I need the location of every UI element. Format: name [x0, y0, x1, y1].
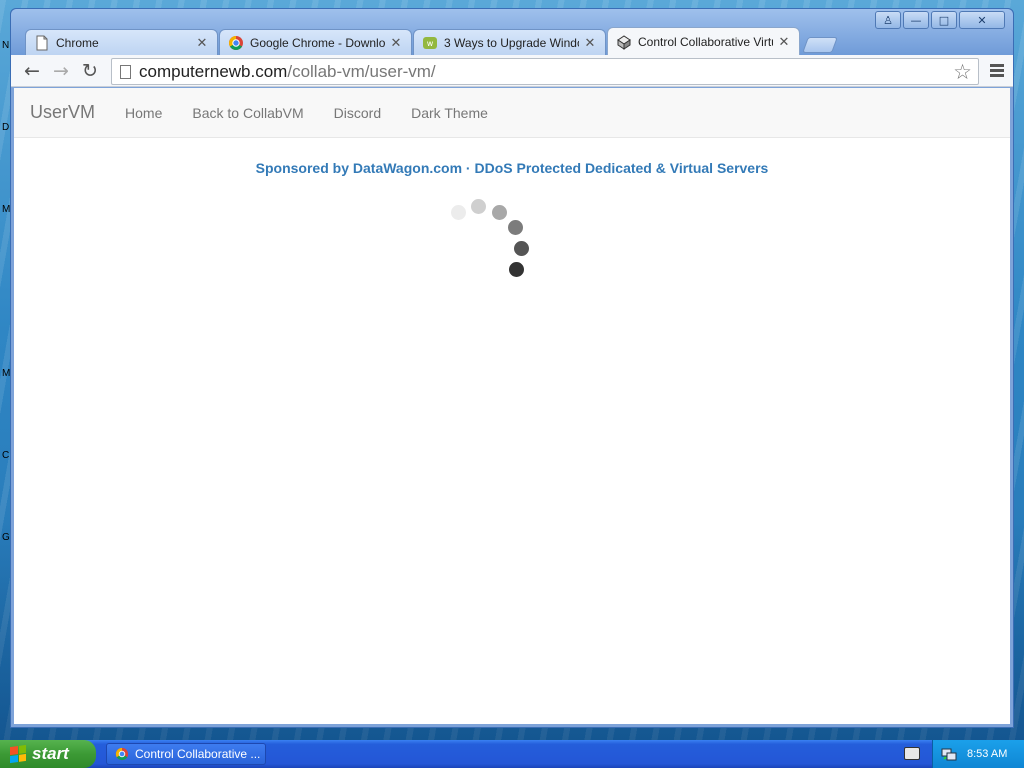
start-button[interactable]: start [0, 740, 96, 768]
spinner-dot [509, 262, 524, 277]
desktop-icon-label[interactable]: D [2, 122, 9, 133]
clock[interactable]: 8:53 AM [967, 748, 1007, 760]
tab-google-chrome-download[interactable]: Google Chrome - Download t ✕ [219, 29, 412, 55]
taskbar-item-label: Control Collaborative ... [135, 747, 261, 761]
spinner-dot [514, 241, 529, 256]
close-window-button[interactable]: ✕ [959, 11, 1005, 29]
profile-button[interactable]: ♙ [875, 11, 901, 29]
desktop-icon-label[interactable]: N [2, 40, 9, 51]
start-label: start [32, 744, 69, 763]
spinner-dot [492, 205, 507, 220]
close-tab-icon[interactable]: ✕ [389, 35, 403, 51]
taskbar-item-chrome[interactable]: Control Collaborative ... [106, 743, 266, 765]
keyboard-icon[interactable] [904, 747, 920, 760]
url-host: computernewb.com [139, 61, 288, 81]
forward-arrow-icon[interactable]: → [50, 60, 72, 82]
taskbar: start Control Collaborative ... 8:53 AM [0, 740, 1024, 768]
tab-strip: Chrome ✕ Google Chrome - Download t ✕ w … [25, 27, 838, 55]
svg-text:w: w [427, 39, 434, 48]
spinner-dot [508, 220, 523, 235]
new-tab-button[interactable] [802, 37, 838, 53]
maximize-button[interactable]: □ [931, 11, 957, 29]
window-titlebar[interactable]: ♙ — □ ✕ Chrome ✕ Google Chrome - Downloa… [11, 9, 1013, 55]
collabvm-icon [617, 34, 631, 50]
browser-toolbar: ← → ↻ computernewb.com/collab-vm/user-vm… [11, 55, 1013, 87]
reload-icon[interactable]: ↻ [79, 60, 101, 82]
wikihow-icon: w [423, 36, 437, 49]
page-icon [120, 64, 131, 79]
close-tab-icon[interactable]: ✕ [195, 35, 209, 51]
tab-label: 3 Ways to Upgrade Windows [444, 35, 579, 50]
windows-logo-icon [10, 744, 26, 764]
minimize-button[interactable]: — [903, 11, 929, 29]
tab-chrome[interactable]: Chrome ✕ [25, 29, 218, 55]
desktop-icon-label[interactable]: G [2, 532, 10, 543]
desktop-icon-label[interactable]: C [2, 450, 9, 461]
address-bar[interactable]: computernewb.com/collab-vm/user-vm/ ☆ [111, 58, 979, 85]
chrome-menu-icon[interactable] [990, 64, 1004, 79]
loading-spinner [14, 88, 1010, 724]
chrome-window: ♙ — □ ✕ Chrome ✕ Google Chrome - Downloa… [10, 8, 1014, 728]
system-tray: 8:53 AM [932, 740, 1024, 768]
spinner-dot [451, 205, 466, 220]
tab-control-collaborative-virtual[interactable]: Control Collaborative Virtual ✕ [607, 27, 800, 55]
url-path: /collab-vm/user-vm/ [287, 61, 436, 81]
back-arrow-icon[interactable]: ← [21, 60, 43, 82]
bookmark-star-icon[interactable]: ☆ [953, 60, 972, 84]
chrome-icon [115, 747, 129, 761]
network-icon[interactable] [941, 746, 957, 762]
tab-upgrade-windows[interactable]: w 3 Ways to Upgrade Windows ✕ [413, 29, 606, 55]
tab-label: Control Collaborative Virtual [638, 34, 773, 49]
page-viewport: UserVM Home Back to CollabVM Discord Dar… [14, 88, 1010, 724]
chrome-icon [229, 35, 243, 50]
tab-label: Google Chrome - Download t [250, 35, 385, 50]
tab-label: Chrome [56, 35, 99, 50]
page-icon [36, 35, 48, 50]
spinner-dot [471, 199, 486, 214]
window-controls: ♙ — □ ✕ [875, 11, 1005, 29]
close-tab-icon[interactable]: ✕ [777, 34, 791, 50]
close-tab-icon[interactable]: ✕ [583, 35, 597, 51]
